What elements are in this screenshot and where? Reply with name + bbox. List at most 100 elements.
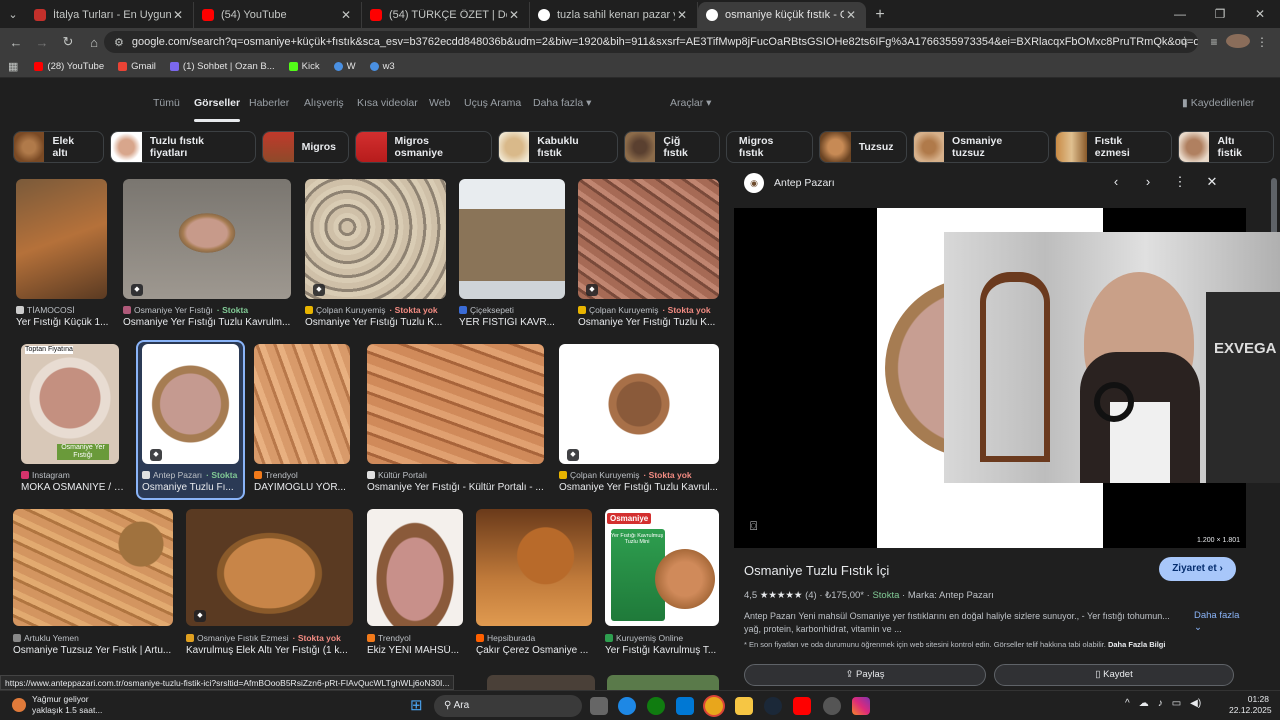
chevron-up-icon[interactable]: ^ <box>1125 698 1130 709</box>
bookmark-item[interactable]: Kick <box>288 61 320 72</box>
result-image[interactable] <box>305 179 446 299</box>
result-image[interactable]: Toptan Fiyatına Osmaniye Yer Fıstığı <box>21 344 119 464</box>
image-result[interactable] <box>607 675 719 690</box>
volume-icon[interactable]: ◀) <box>1190 698 1201 709</box>
address-bar[interactable]: ⚙ google.com/search?q=osmaniye+küçük+fıs… <box>104 31 1198 53</box>
result-image[interactable] <box>13 509 173 626</box>
save-button[interactable]: ▯ Kaydet <box>994 664 1234 686</box>
menu-icon[interactable]: ⋮ <box>1250 35 1274 49</box>
close-preview-icon[interactable]: ✕ <box>1196 174 1228 190</box>
tab-short-videos[interactable]: Kısa videolar <box>357 97 418 109</box>
share-button[interactable]: ⇪ Paylaş <box>744 664 986 686</box>
xbox-icon[interactable] <box>647 697 665 715</box>
clock[interactable]: 01:28 22.12.2025 <box>1229 694 1272 716</box>
tab-5-active[interactable]: osmaniye küçük fıstık - Google✕ <box>698 2 866 28</box>
reload-icon[interactable]: ↻ <box>56 34 80 50</box>
close-tab-icon[interactable]: ✕ <box>507 8 521 22</box>
result-image[interactable]: Osmaniye Yer Fıstığı Kavrulmuş Tuzlu Min… <box>605 509 719 626</box>
chip[interactable]: Fıstık ezmesi <box>1055 131 1173 163</box>
close-tab-icon[interactable]: ✕ <box>675 8 689 22</box>
result-image[interactable] <box>367 509 463 626</box>
new-tab-button[interactable]: + <box>866 2 894 28</box>
bookmark-star-icon[interactable]: ☆ <box>1179 34 1190 48</box>
bookmark-item[interactable]: W <box>333 61 356 72</box>
chip[interactable]: Migros osmaniye <box>355 131 492 163</box>
tab-3[interactable]: (54) TÜRKÇE ÖZET | Denver Nu✕ <box>362 2 530 28</box>
next-icon[interactable]: › <box>1132 174 1164 190</box>
close-tab-icon[interactable]: ✕ <box>171 8 185 22</box>
tab-shopping[interactable]: Alışveriş <box>304 97 344 109</box>
tools-button[interactable]: Araçlar ▾ <box>670 97 711 109</box>
taskbar-search[interactable]: ⚲ Ara <box>434 695 582 717</box>
reading-list-icon[interactable]: ≡ <box>1202 35 1226 49</box>
result-image[interactable] <box>559 344 719 464</box>
edge-icon[interactable] <box>618 697 636 715</box>
chip[interactable]: Kabuklu fıstık <box>497 131 618 163</box>
result-image[interactable] <box>186 509 353 626</box>
task-view-icon[interactable] <box>590 697 608 715</box>
tab-images[interactable]: Görseller <box>194 97 241 122</box>
result-image[interactable] <box>123 179 291 299</box>
youtube-icon[interactable] <box>793 697 811 715</box>
profile-avatar[interactable] <box>1226 33 1250 51</box>
display-icon[interactable]: ▭ <box>1172 698 1181 709</box>
result-image[interactable] <box>367 344 544 464</box>
bookmark-item[interactable]: Gmail <box>118 61 156 72</box>
result-image[interactable] <box>476 509 592 626</box>
chip[interactable]: Altı fistik <box>1178 131 1275 163</box>
result-image[interactable] <box>16 179 107 299</box>
tab-all[interactable]: Tümü <box>153 97 180 109</box>
close-tab-icon[interactable]: ✕ <box>844 8 858 22</box>
apps-grid-icon[interactable]: ▦ <box>8 60 18 73</box>
tab-2[interactable]: (54) YouTube ✕ <box>194 2 362 28</box>
tab-1[interactable]: İtalya Turları - En Uygun İtalya T✕ <box>26 2 194 28</box>
more-link[interactable]: Daha fazla ⌄ <box>1194 610 1246 634</box>
back-icon[interactable]: ← <box>4 35 28 50</box>
chip[interactable]: Migros <box>261 131 350 163</box>
tab-flights[interactable]: Uçuş Arama <box>464 97 521 109</box>
bookmark-item[interactable]: (28) YouTube <box>34 61 104 72</box>
chip[interactable]: Migros fıstık <box>725 131 813 163</box>
home-icon[interactable]: ⌂ <box>82 35 106 50</box>
tab-web[interactable]: Web <box>429 97 450 109</box>
file-explorer-icon[interactable] <box>735 697 753 715</box>
result-image[interactable] <box>459 179 565 299</box>
chip[interactable]: Elek altı <box>13 131 105 163</box>
image-result[interactable] <box>487 675 595 690</box>
cloud-icon[interactable]: ☁ <box>1139 698 1149 709</box>
visit-button[interactable]: Ziyaret et › <box>1159 557 1236 581</box>
microphone-icon[interactable]: ♪ <box>1158 698 1163 709</box>
close-tab-icon[interactable]: ✕ <box>339 8 353 22</box>
forward-icon[interactable]: → <box>30 35 54 50</box>
result-image[interactable] <box>142 344 239 464</box>
bookmark-item[interactable]: w3 <box>369 61 395 72</box>
instagram-icon[interactable] <box>852 697 870 715</box>
tab-4[interactable]: tuzla sahil kenarı pazar yeri - G✕ <box>530 2 698 28</box>
previous-icon[interactable]: ‹ <box>1100 174 1132 190</box>
close-window-icon[interactable]: ✕ <box>1240 0 1280 28</box>
preview-site-name[interactable]: Antep Pazarı <box>774 177 835 189</box>
app-icon[interactable] <box>823 697 841 715</box>
preview-title[interactable]: Osmaniye Tuzlu Fıstık İçi <box>744 563 889 578</box>
more-info-link[interactable]: Daha Fazla Bilgi <box>1108 640 1166 649</box>
chip[interactable]: Çiğ fıstık <box>623 131 720 163</box>
restore-icon[interactable]: ❐ <box>1200 0 1240 28</box>
chip[interactable]: Osmaniye tuzsuz <box>912 131 1050 163</box>
steam-icon[interactable] <box>764 697 782 715</box>
site-info-icon[interactable]: ⚙ <box>114 36 124 49</box>
result-image[interactable] <box>254 344 350 464</box>
result-image[interactable] <box>578 179 719 299</box>
weather-widget[interactable]: Yağmur geliyor yaklaşık 1.5 saat... <box>12 694 102 716</box>
chrome-icon[interactable] <box>705 697 723 715</box>
chip[interactable]: Tuzsuz <box>818 131 907 163</box>
more-options-icon[interactable]: ⋮ <box>1164 174 1196 190</box>
tab-news[interactable]: Haberler <box>249 97 289 109</box>
chip[interactable]: Tuzlu fıstık fiyatları <box>110 131 256 163</box>
minimize-icon[interactable]: — <box>1160 0 1200 28</box>
lens-icon[interactable]: ⌼ <box>750 519 757 534</box>
tab-more[interactable]: Daha fazla ▾ <box>533 97 591 109</box>
bookmark-item[interactable]: (1) Sohbet | Ozan B... <box>169 61 275 72</box>
saved-link[interactable]: ▮ Kaydedilenler <box>1182 97 1254 109</box>
start-icon[interactable]: ⊞ <box>410 696 423 714</box>
mail-icon[interactable] <box>676 697 694 715</box>
